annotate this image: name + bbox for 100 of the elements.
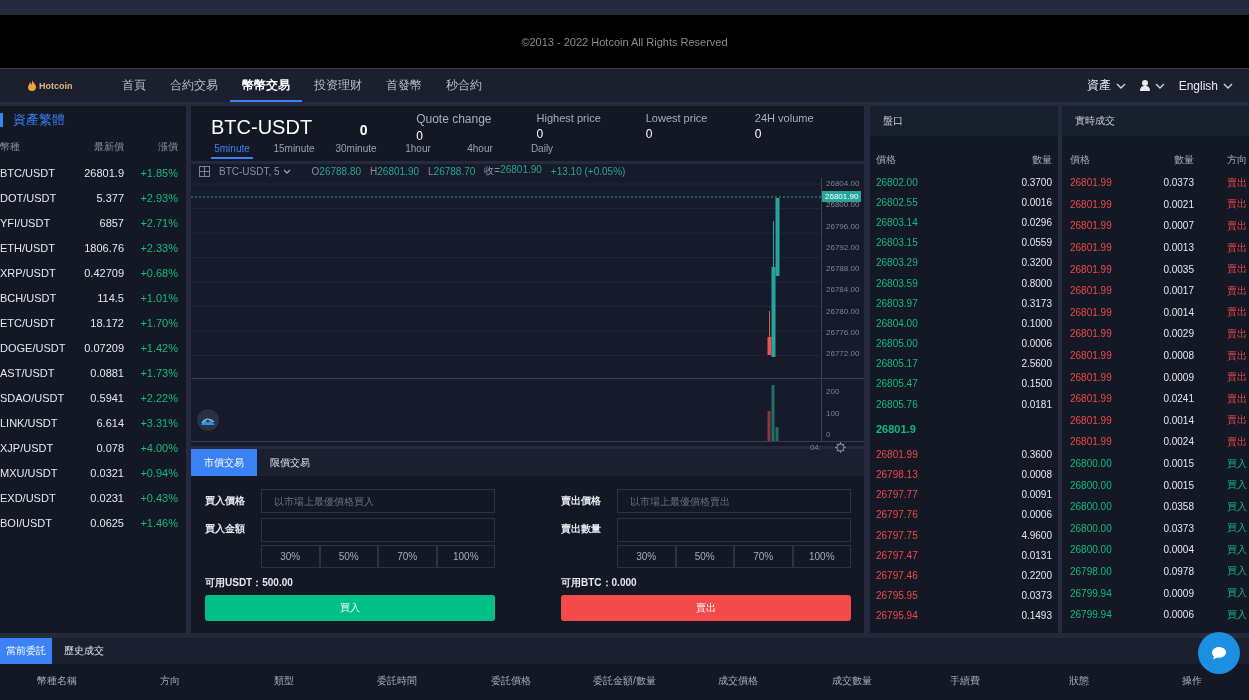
accent-bar [0, 113, 3, 127]
symbol-menu[interactable]: BTC-USDT, 5 [219, 165, 291, 177]
market-row[interactable]: LINK/USDT 6.614 +3.31% [0, 410, 186, 435]
available-balance: 可用USDT：500.00 [205, 576, 294, 590]
orders-tab[interactable]: 歷史成交 [52, 638, 116, 664]
column-header: 方向 [159, 674, 182, 688]
order-book-row[interactable]: 26797.76 0.0006 [870, 504, 1058, 525]
percent-button[interactable]: 70% [378, 545, 437, 568]
ohlc-value: H26801.90 [370, 165, 419, 177]
order-book-row[interactable]: 26797.77 0.0091 [870, 484, 1058, 505]
nav-link[interactable]: 投资理财 [302, 69, 374, 102]
price-change: +13.10 (+0.05%) [550, 165, 626, 177]
price-field[interactable]: 以市場上最優價格賣出 [617, 489, 851, 513]
stat-value: 0 [416, 129, 424, 143]
percent-button[interactable]: 70% [734, 545, 793, 568]
order-book-row[interactable]: 26804.00 0.1000 [870, 313, 1058, 334]
percent-button[interactable]: 50% [675, 545, 734, 568]
market-row[interactable]: ETC/USDT 18.172 +1.70% [0, 310, 186, 335]
chart-logo-icon [197, 409, 219, 431]
percent-button[interactable]: 100% [436, 545, 495, 568]
order-book-row[interactable]: 26803.29 0.3200 [870, 252, 1058, 273]
interval-tab[interactable]: Daily [511, 143, 573, 159]
market-row[interactable]: SDAO/USDT 0.5941 +2.22% [0, 385, 186, 410]
order-book-row[interactable]: 26805.17 2.5600 [870, 353, 1058, 374]
column-header: 委託金額/數量 [592, 674, 657, 688]
nav-link[interactable]: 合約交易 [158, 69, 230, 102]
stat-label: Quote change [416, 112, 493, 126]
trade-row-text: 26798.00 0.0978 買入 [1069, 564, 1248, 579]
sell-button[interactable]: 賣出 [561, 595, 851, 621]
assets-menu[interactable]: 資產 [1086, 77, 1126, 94]
interval-tab[interactable]: 5minute [211, 143, 253, 159]
column-header: 委託價格 [489, 674, 532, 688]
order-book-row[interactable]: 26805.47 0.1500 [870, 373, 1058, 395]
market-row[interactable]: DOGE/USDT 0.07209 +1.42% [0, 335, 186, 360]
interval-tab[interactable]: 4hour [449, 143, 511, 159]
order-book-row[interactable]: 26803.15 0.0559 [870, 232, 1058, 253]
column-header: 手續費 [949, 674, 982, 688]
order-book-row[interactable]: 26797.75 4.9600 [870, 525, 1058, 546]
user-menu[interactable] [1139, 80, 1165, 91]
amount-field[interactable] [261, 518, 495, 542]
trade-row-text: 26801.99 0.0009 賣出 [1069, 370, 1248, 385]
market-row[interactable]: BTC/USDT 26801.9 +1.85% [0, 160, 186, 185]
language-menu[interactable]: English [1178, 78, 1233, 93]
market-row[interactable]: XRP/USDT 0.42709 +0.68% [0, 260, 186, 285]
order-book-row[interactable]: 26795.94 0.1493 [870, 605, 1058, 626]
percent-button[interactable]: 50% [319, 545, 378, 568]
nav-link[interactable]: 秒合約 [434, 69, 494, 102]
market-row[interactable]: MXU/USDT 0.0321 +0.94% [0, 460, 186, 485]
order-book-row[interactable]: 26795.95 0.0373 [870, 585, 1058, 606]
amount-field[interactable] [617, 518, 851, 542]
percent-button[interactable]: 30% [261, 545, 320, 568]
logo-text[interactable]: Hotcoin [39, 80, 73, 91]
column-header: 價格 [1070, 153, 1091, 167]
market-row[interactable]: BCH/USDT 114.5 +1.01% [0, 285, 186, 310]
flame-icon [28, 80, 36, 91]
market-row[interactable]: YFI/USDT 6857 +2.71% [0, 210, 186, 235]
column-header: 成交價格 [717, 674, 760, 688]
field-label: 賣出價格 [561, 494, 602, 508]
market-row[interactable]: EXD/USDT 0.0231 +0.43% [0, 485, 186, 510]
order-type-tab[interactable]: 市價交易 [191, 449, 257, 476]
axis-label: 26772.00 [826, 349, 861, 358]
order-book-row[interactable]: 26805.76 0.0181 [870, 394, 1058, 415]
interval-tab[interactable]: 30minute [325, 143, 387, 159]
nav-link[interactable]: 幣幣交易 [230, 69, 302, 102]
percent-button[interactable]: 100% [792, 545, 851, 568]
axis-label: 0 [826, 430, 832, 439]
market-row[interactable]: ETH/USDT 1806.76 +2.33% [0, 235, 186, 260]
percent-button[interactable]: 30% [617, 545, 676, 568]
chat-icon [1211, 646, 1227, 660]
market-row[interactable]: DOT/USDT 5.377 +2.93% [0, 185, 186, 210]
interval-tab[interactable]: 1hour [387, 143, 449, 159]
market-row[interactable]: AST/USDT 0.0881 +1.73% [0, 360, 186, 385]
order-book-row[interactable]: 26803.59 0.8000 [870, 272, 1058, 294]
nav-link[interactable]: 首頁 [110, 69, 158, 102]
order-book-row[interactable]: 26797.46 0.2200 [870, 565, 1058, 586]
order-book-row[interactable]: 26803.97 0.3173 [870, 293, 1058, 314]
stat-label: Highest price [536, 112, 602, 124]
price-field[interactable]: 以市場上最優價格買入 [261, 489, 495, 513]
order-book-row[interactable]: 26802.00 0.3700 [870, 172, 1058, 193]
trade-row-text: 26801.99 0.0007 賣出 [1069, 219, 1248, 234]
trade-row-text: 26800.00 0.0015 買入 [1069, 456, 1248, 471]
stat-value: 0 [645, 127, 654, 141]
orders-tab[interactable]: 當前委託 [0, 638, 52, 664]
axis-label: 26780.00 [826, 306, 861, 316]
order-book-row[interactable]: 26803.14 0.0296 [870, 212, 1058, 233]
order-type-tab[interactable]: 限價交易 [257, 449, 323, 476]
order-book-row[interactable]: 26798.13 0.0008 [870, 464, 1058, 485]
ohlc-value: O26788.80 [311, 165, 362, 177]
order-book-row[interactable]: 26797.47 0.0131 [870, 545, 1058, 566]
order-book-row[interactable]: 26802.55 0.0016 [870, 192, 1058, 213]
nav-link[interactable]: 首發幣 [374, 69, 434, 102]
order-book-row[interactable]: 26801.99 0.3600 [870, 444, 1058, 465]
market-row[interactable]: BOI/USDT 0.0625 +1.46% [0, 510, 186, 535]
market-row[interactable]: XJP/USDT 0.078 +4.00% [0, 435, 186, 460]
trade-row-text: 26799.94 0.0006 買入 [1069, 607, 1248, 623]
ohlc-value: L26788.70 [428, 165, 476, 177]
stat-value: 0 [536, 127, 545, 141]
field-label: 賣出數量 [561, 522, 602, 536]
order-book-row[interactable]: 26805.00 0.0006 [870, 333, 1058, 354]
interval-tab[interactable]: 15minute [263, 143, 325, 159]
